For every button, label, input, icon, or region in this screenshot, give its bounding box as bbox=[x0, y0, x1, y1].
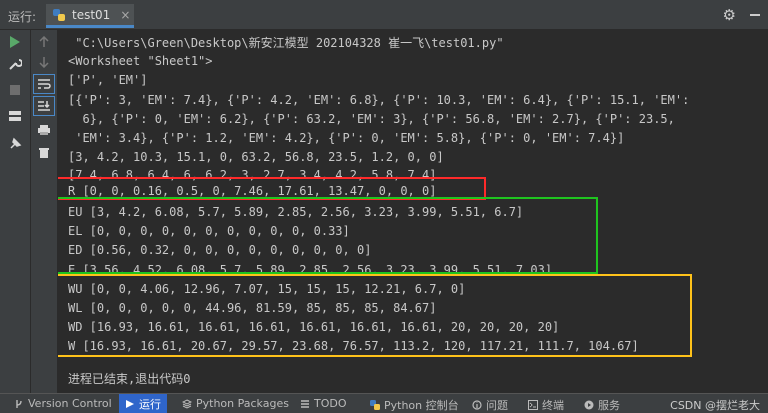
console-line: "C:\Users\Green\Desktop\新安江模型 202104328 … bbox=[68, 36, 504, 50]
terminal-icon bbox=[528, 400, 538, 410]
layout-icon[interactable] bbox=[4, 106, 26, 126]
version-control-button[interactable]: Version Control bbox=[14, 397, 112, 410]
tab-test01[interactable]: test01 × bbox=[46, 4, 134, 28]
info-icon bbox=[472, 400, 482, 410]
arrow-down-icon[interactable] bbox=[33, 52, 55, 72]
status-item-label: Python 控制台 bbox=[384, 399, 459, 412]
run-toolwindow-header: 运行: test01 × ⚙ bbox=[0, 0, 768, 30]
todo-button[interactable]: TODO bbox=[300, 397, 347, 410]
console-actions-toolbar bbox=[31, 30, 57, 393]
close-icon[interactable]: × bbox=[120, 8, 130, 22]
console-line: ['P', 'EM'] bbox=[68, 73, 148, 87]
terminal-button[interactable]: 终端 bbox=[528, 397, 564, 413]
console-line: 6}, {'P': 0, 'EM': 6.2}, {'P': 63.2, 'EM… bbox=[68, 112, 675, 126]
list-icon bbox=[301, 399, 309, 408]
status-item-label: 终端 bbox=[542, 399, 564, 412]
wrench-icon[interactable] bbox=[4, 54, 26, 74]
process-finished-line: 进程已结束,退出代码0 bbox=[68, 372, 191, 386]
arrow-up-icon[interactable] bbox=[33, 32, 55, 52]
green-highlight-box bbox=[58, 197, 598, 274]
pin-icon[interactable] bbox=[4, 134, 26, 154]
status-item-label: Version Control bbox=[28, 397, 112, 410]
status-item-label: 运行 bbox=[139, 397, 161, 411]
run-actions-toolbar bbox=[0, 30, 31, 393]
python-packages-button[interactable]: Python Packages bbox=[182, 397, 289, 410]
problems-button[interactable]: 问题 bbox=[472, 397, 508, 413]
console-line: [3, 4.2, 10.3, 15.1, 0, 63.2, 56.8, 23.5… bbox=[68, 150, 444, 164]
console-output[interactable]: "C:\Users\Green\Desktop\新安江模型 202104328 … bbox=[58, 30, 768, 393]
console-line: <Worksheet "Sheet1"> bbox=[68, 54, 213, 68]
run-label: 运行: bbox=[8, 10, 37, 24]
minimize-icon[interactable] bbox=[750, 14, 760, 16]
soft-wrap-icon[interactable] bbox=[33, 74, 55, 94]
print-icon[interactable] bbox=[33, 120, 55, 140]
python-icon bbox=[370, 400, 380, 410]
tab-label: test01 bbox=[72, 7, 111, 22]
play-circle-icon bbox=[584, 400, 594, 410]
status-item-label: 服务 bbox=[598, 399, 620, 412]
scroll-to-end-icon[interactable] bbox=[33, 96, 55, 116]
console-line: 'EM': 3.4}, {'P': 1.2, 'EM': 4.2}, {'P':… bbox=[68, 131, 625, 145]
layers-icon bbox=[182, 398, 192, 409]
console-line: [{'P': 3, 'EM': 7.4}, {'P': 4.2, 'EM': 6… bbox=[68, 93, 690, 107]
watermark: CSDN @摆烂老大 bbox=[670, 399, 760, 412]
rerun-icon[interactable] bbox=[4, 32, 26, 52]
status-item-label: Python Packages bbox=[196, 397, 289, 410]
stop-icon[interactable] bbox=[4, 80, 26, 100]
gear-icon[interactable]: ⚙ bbox=[723, 6, 736, 24]
python-console-button[interactable]: Python 控制台 bbox=[370, 397, 459, 413]
run-button[interactable]: 运行 bbox=[119, 394, 167, 413]
status-item-label: TODO bbox=[314, 397, 347, 410]
yellow-highlight-box bbox=[58, 274, 692, 357]
services-button[interactable]: 服务 bbox=[584, 397, 620, 413]
status-item-label: 问题 bbox=[486, 399, 508, 412]
branch-icon bbox=[16, 399, 22, 408]
trash-icon[interactable] bbox=[33, 142, 55, 162]
play-icon bbox=[126, 399, 134, 408]
bottom-toolwindow-bar: Version Control 运行 Python Packages TODO … bbox=[0, 393, 768, 413]
python-file-icon bbox=[53, 8, 65, 21]
